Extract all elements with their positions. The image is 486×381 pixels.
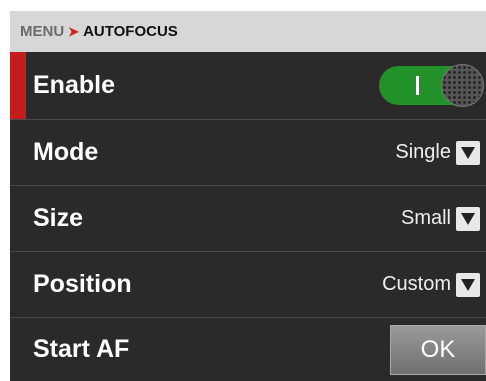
breadcrumb-root[interactable]: MENU (20, 23, 64, 40)
mode-value: Single (395, 141, 451, 163)
setting-row-mode[interactable]: Mode Single (10, 120, 486, 186)
position-dropdown[interactable]: Custom (382, 272, 480, 297)
position-label: Position (33, 270, 132, 298)
autofocus-menu-screen: MENU ➤ AUTOFOCUS Enable Mode Single Size… (10, 11, 486, 381)
mode-dropdown[interactable]: Single (395, 140, 480, 165)
toggle-knob[interactable] (441, 64, 484, 107)
size-value: Small (400, 207, 451, 229)
setting-row-size[interactable]: Size Small (10, 186, 486, 252)
enable-label: Enable (33, 71, 115, 99)
toggle-on-mark-icon (416, 76, 419, 95)
position-value: Custom (382, 273, 451, 295)
setting-row-position[interactable]: Position Custom (10, 252, 486, 318)
breadcrumb-current: AUTOFOCUS (83, 23, 178, 40)
start-af-label: Start AF (33, 335, 130, 363)
chevron-down-icon[interactable] (456, 272, 480, 297)
setting-row-enable[interactable]: Enable (10, 52, 486, 120)
mode-label: Mode (33, 138, 99, 166)
chevron-down-icon[interactable] (456, 206, 480, 231)
breadcrumb-separator-icon: ➤ (68, 23, 80, 39)
enable-toggle[interactable] (379, 64, 484, 107)
size-label: Size (33, 204, 84, 232)
setting-row-start-af[interactable]: Start AF OK (10, 318, 486, 381)
selection-indicator (10, 52, 26, 119)
chevron-down-icon[interactable] (456, 140, 480, 165)
breadcrumb: MENU ➤ AUTOFOCUS (10, 11, 486, 52)
size-dropdown[interactable]: Small (400, 206, 480, 231)
ok-button[interactable]: OK (390, 324, 486, 375)
